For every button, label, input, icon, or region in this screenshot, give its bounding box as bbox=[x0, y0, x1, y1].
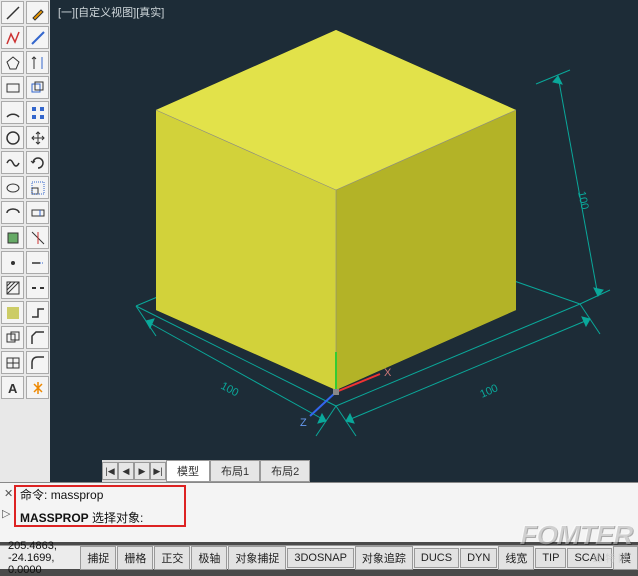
tool-pline[interactable] bbox=[1, 26, 24, 49]
tool-column-2 bbox=[25, 0, 50, 482]
layout-tabs: |◀ ◀ ▶ ▶| 模型 布局1 布局2 bbox=[102, 460, 310, 482]
cmd-prompt-icon: ▷ bbox=[2, 507, 16, 521]
left-toolbar: A bbox=[0, 0, 50, 482]
tool-move[interactable] bbox=[26, 126, 49, 149]
svg-text:A: A bbox=[8, 381, 18, 396]
tool-break[interactable] bbox=[26, 276, 49, 299]
tool-mirror[interactable] bbox=[26, 51, 49, 74]
tool-block[interactable] bbox=[1, 226, 24, 249]
viewport[interactable]: [一][自定义视图][真实] bbox=[50, 0, 638, 482]
tool-ellipse[interactable] bbox=[1, 176, 24, 199]
tool-arc[interactable] bbox=[1, 101, 24, 124]
status-ducs[interactable]: DUCS bbox=[414, 548, 459, 568]
tool-earc[interactable] bbox=[1, 201, 24, 224]
tab-nav-last[interactable]: ▶| bbox=[150, 462, 166, 480]
status-osnap[interactable]: 对象捕捉 bbox=[228, 546, 286, 570]
cube-scene: 100 100 100 X Z bbox=[50, 0, 638, 482]
status-snap[interactable]: 捕捉 bbox=[80, 546, 116, 570]
coordinates: 205.4863, -24.1699, 0.0000 bbox=[0, 540, 79, 576]
tab-nav-prev[interactable]: ◀ bbox=[118, 462, 134, 480]
status-model[interactable]: 模 bbox=[613, 546, 638, 570]
tool-line2[interactable] bbox=[26, 26, 49, 49]
tab-layout2[interactable]: 布局2 bbox=[260, 460, 310, 482]
status-tip[interactable]: TIP bbox=[535, 548, 566, 568]
cmd-text: massprop bbox=[51, 488, 104, 502]
cmd-prefix: 命令: bbox=[20, 486, 47, 503]
tool-text[interactable]: A bbox=[1, 376, 24, 399]
dim-right: 100 bbox=[478, 382, 500, 400]
command-input-line[interactable]: MASSPROP 选择对象: bbox=[0, 506, 638, 529]
status-ortho[interactable]: 正交 bbox=[154, 546, 190, 570]
dim-vert: 100 bbox=[575, 190, 591, 210]
tool-circle[interactable] bbox=[1, 126, 24, 149]
axis-z: Z bbox=[300, 417, 307, 429]
cmd-bold: MASSPROP bbox=[20, 511, 89, 525]
status-grid[interactable]: 栅格 bbox=[117, 546, 153, 570]
tool-rotate[interactable] bbox=[26, 151, 49, 174]
axis-x: X bbox=[384, 367, 392, 379]
tool-chamfer[interactable] bbox=[26, 326, 49, 349]
command-history: 命令: massprop bbox=[0, 483, 638, 506]
status-lwt[interactable]: 线宽 bbox=[498, 546, 534, 570]
cmd-rest: 选择对象: bbox=[92, 509, 143, 526]
command-area: ✕ ▷ 命令: massprop MASSPROP 选择对象: bbox=[0, 482, 638, 542]
tool-trim[interactable] bbox=[26, 226, 49, 249]
tool-grad[interactable] bbox=[1, 301, 24, 324]
tool-fillet[interactable] bbox=[26, 351, 49, 374]
tool-region[interactable] bbox=[1, 326, 24, 349]
status-otrack[interactable]: 对象追踪 bbox=[355, 546, 413, 570]
tool-stretch[interactable] bbox=[26, 201, 49, 224]
tool-spline[interactable] bbox=[1, 151, 24, 174]
tool-join[interactable] bbox=[26, 301, 49, 324]
tab-model[interactable]: 模型 bbox=[166, 460, 210, 482]
tool-line[interactable] bbox=[1, 1, 24, 24]
tool-brush[interactable] bbox=[26, 1, 49, 24]
tool-point[interactable] bbox=[1, 251, 24, 274]
tool-offset[interactable] bbox=[26, 76, 49, 99]
tool-explode[interactable] bbox=[26, 376, 49, 399]
dim-left: 100 bbox=[219, 380, 241, 399]
status-scan[interactable]: SCAN bbox=[567, 548, 612, 568]
tab-layout1[interactable]: 布局1 bbox=[210, 460, 260, 482]
tool-rect[interactable] bbox=[1, 76, 24, 99]
status-bar: 205.4863, -24.1699, 0.0000 捕捉 栅格 正交 极轴 对… bbox=[0, 545, 638, 569]
tool-polygon[interactable] bbox=[1, 51, 24, 74]
tool-hatch[interactable] bbox=[1, 276, 24, 299]
tab-nav-next[interactable]: ▶ bbox=[134, 462, 150, 480]
tool-extend[interactable] bbox=[26, 251, 49, 274]
status-3dosnap[interactable]: 3DOSNAP bbox=[287, 548, 354, 568]
tool-scale[interactable] bbox=[26, 176, 49, 199]
tab-nav-first[interactable]: |◀ bbox=[102, 462, 118, 480]
cmd-close-icon[interactable]: ✕ bbox=[4, 487, 16, 499]
tool-array[interactable] bbox=[26, 101, 49, 124]
status-polar[interactable]: 极轴 bbox=[191, 546, 227, 570]
status-dyn[interactable]: DYN bbox=[460, 548, 497, 568]
tool-column-1: A bbox=[0, 0, 25, 482]
tool-table[interactable] bbox=[1, 351, 24, 374]
